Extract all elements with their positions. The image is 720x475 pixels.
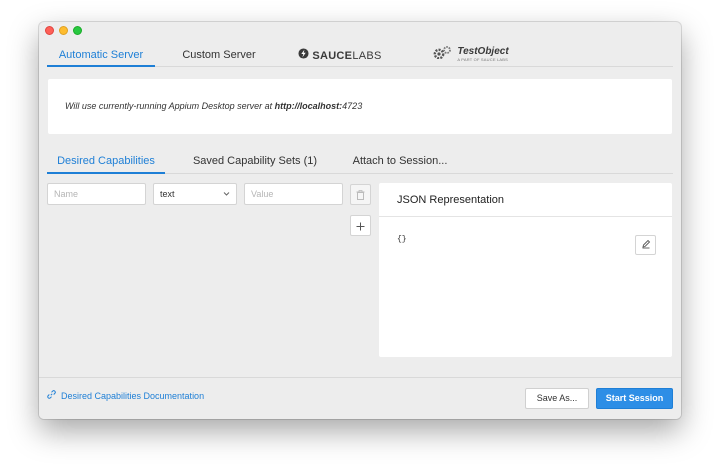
minimize-window-button[interactable] — [59, 26, 68, 35]
tab-custom-server[interactable]: Custom Server — [177, 44, 261, 67]
server-info-text: Will use currently-running Appium Deskto… — [65, 101, 363, 111]
start-session-button[interactable]: Start Session — [596, 388, 673, 409]
tab-testobject[interactable]: TestObject A PART OF SAUCE LABS — [425, 44, 515, 67]
capability-type-select[interactable]: text — [153, 183, 237, 205]
tab-attach-to-session[interactable]: Attach to Session... — [345, 150, 455, 174]
json-representation-panel: JSON Representation {} — [379, 183, 672, 357]
tab-saved-capability-sets[interactable]: Saved Capability Sets (1) — [185, 150, 325, 174]
testobject-gear-icon — [431, 45, 453, 67]
server-tabs: Automatic Server Custom Server SAUCELABS… — [47, 44, 673, 67]
capability-name-input[interactable] — [47, 183, 146, 205]
save-as-button[interactable]: Save As... — [525, 388, 589, 409]
saucelabs-logo-text: SAUCELABS — [312, 49, 382, 62]
chevron-down-icon — [223, 184, 230, 212]
desired-capabilities-docs-link[interactable]: Desired Capabilities Documentation — [47, 390, 204, 401]
server-info-box: Will use currently-running Appium Deskto… — [48, 79, 672, 134]
plus-icon — [356, 218, 365, 234]
zoom-window-button[interactable] — [73, 26, 82, 35]
edit-json-button[interactable] — [635, 235, 656, 255]
delete-capability-button[interactable] — [350, 184, 371, 205]
tab-saucelabs[interactable]: SAUCELABS — [295, 44, 385, 67]
footer-bar: Desired Capabilities Documentation Save … — [39, 377, 681, 419]
window-controls — [45, 26, 82, 35]
pencil-icon — [641, 239, 651, 252]
capability-tabs: Desired Capabilities Saved Capability Se… — [47, 150, 673, 174]
close-window-button[interactable] — [45, 26, 54, 35]
tab-automatic-server[interactable]: Automatic Server — [47, 44, 155, 67]
json-content: {} — [397, 235, 407, 244]
testobject-logo: TestObject A PART OF SAUCE LABS — [457, 45, 509, 62]
capability-value-input[interactable] — [244, 183, 343, 205]
add-capability-button[interactable] — [350, 215, 371, 236]
json-panel-title: JSON Representation — [379, 183, 672, 217]
link-icon — [47, 390, 56, 401]
tab-desired-capabilities[interactable]: Desired Capabilities — [47, 150, 165, 174]
saucelabs-bolt-icon — [298, 45, 309, 67]
trash-icon — [356, 187, 365, 203]
app-window: Automatic Server Custom Server SAUCELABS… — [39, 22, 681, 419]
